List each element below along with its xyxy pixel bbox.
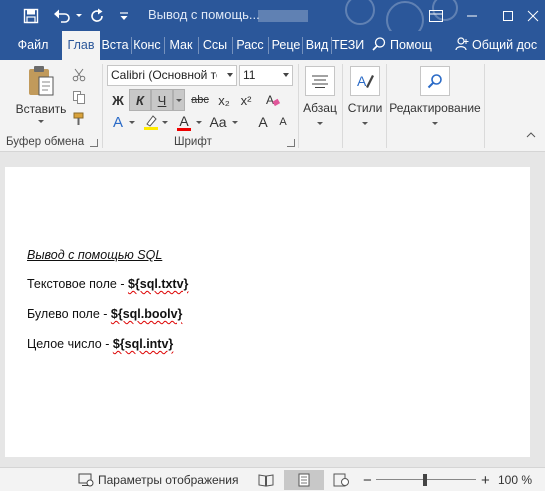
zoom-out-button[interactable]: − — [363, 472, 372, 489]
share-button[interactable]: Общий дос — [455, 31, 537, 60]
highlight-dropdown[interactable] — [162, 121, 168, 124]
text-effects-button[interactable]: A — [107, 111, 129, 133]
font-size-value: 11 — [243, 68, 256, 82]
print-layout-icon[interactable] — [284, 470, 324, 490]
clipboard-launcher-icon[interactable] — [90, 139, 98, 147]
ribbon-display-icon[interactable] — [418, 0, 454, 31]
tab-view[interactable]: Вид — [303, 31, 331, 60]
editing-button[interactable]: Редактирование — [388, 64, 482, 134]
title-bar: Вывод с помощь... — [0, 0, 545, 31]
tell-me-search[interactable]: Помощ — [372, 31, 432, 60]
tab-references[interactable]: Ссы — [200, 31, 230, 60]
display-settings-icon — [78, 473, 94, 487]
undo-dropdown-icon[interactable] — [74, 0, 84, 31]
tab-mailings[interactable]: Расс — [234, 31, 266, 60]
change-case-dropdown[interactable] — [232, 121, 238, 124]
styles-button[interactable]: A Стили — [345, 64, 385, 134]
title-blur — [258, 10, 308, 22]
share-person-icon — [455, 37, 469, 51]
vertical-scrollbar[interactable] — [530, 152, 545, 467]
svg-text:A: A — [266, 93, 274, 107]
grow-font-button[interactable]: A — [252, 111, 274, 133]
int-field-label: Целое число - — [27, 337, 113, 351]
font-color-button[interactable]: A — [173, 111, 195, 133]
change-case-button[interactable]: Aa — [207, 111, 229, 133]
clear-formatting-icon[interactable]: A — [262, 89, 284, 111]
int-field-placeholder: ${sql.intv} — [112, 337, 174, 351]
copy-icon[interactable] — [68, 86, 90, 108]
styles-icon: A — [357, 73, 374, 89]
paste-label: Вставить — [15, 102, 67, 116]
shrink-font-button[interactable]: A — [272, 111, 294, 133]
ribbon-home: Вставить Буфер обмена Calibri (Основной … — [0, 60, 545, 152]
subscript-button[interactable]: x₂ — [213, 89, 235, 111]
ribbon-tabs: Файл Глав Вста Конс Мак Ссы Расс Реце Ви… — [0, 31, 545, 60]
document-line-int[interactable]: Целое число - ${sql.intv} — [27, 337, 173, 351]
superscript-button[interactable]: x² — [235, 89, 257, 111]
format-painter-icon[interactable] — [68, 108, 90, 130]
paste-clipboard-icon — [29, 66, 54, 96]
display-settings-button[interactable]: Параметры отображения — [78, 472, 239, 488]
text-field-label: Текстовое поле - — [27, 277, 128, 291]
customize-toolbar-icon[interactable] — [116, 0, 132, 31]
paragraph-label: Абзац — [303, 101, 337, 115]
collapse-ribbon-icon[interactable] — [522, 126, 540, 144]
tab-review[interactable]: Реце — [270, 31, 302, 60]
display-settings-label: Параметры отображения — [98, 473, 239, 487]
tab-layout[interactable]: Мак — [166, 31, 196, 60]
styles-label: Стили — [347, 101, 383, 115]
undo-icon[interactable] — [50, 0, 74, 31]
highlight-icon[interactable] — [140, 111, 162, 133]
tab-home[interactable]: Глав — [62, 31, 100, 60]
paste-button[interactable]: Вставить — [14, 64, 68, 134]
cut-icon[interactable] — [68, 64, 90, 86]
font-color-letter: A — [179, 112, 189, 129]
text-field-placeholder: ${sql.txtv} — [127, 277, 189, 291]
clipboard-group-label: Буфер обмена — [6, 136, 85, 148]
document-heading[interactable]: Вывод с помощью SQL — [27, 248, 162, 262]
tab-file[interactable]: Файл — [8, 31, 58, 60]
share-label: Общий дос — [472, 38, 538, 52]
window-title: Вывод с помощь... — [148, 7, 260, 22]
underline-button[interactable]: Ч — [151, 89, 173, 111]
save-icon[interactable] — [18, 0, 44, 31]
redo-icon[interactable] — [86, 0, 108, 31]
zoom-in-button[interactable]: + — [481, 472, 490, 489]
font-color-dropdown[interactable] — [196, 121, 202, 124]
font-size-select[interactable]: 11 — [239, 65, 293, 86]
read-mode-icon[interactable] — [258, 472, 274, 488]
tell-me-label: Помощ — [390, 38, 432, 52]
minimize-icon[interactable] — [454, 0, 490, 31]
bold-button[interactable]: Ж — [107, 89, 129, 111]
bool-field-label: Булево поле - — [27, 307, 111, 321]
tab-tezis[interactable]: ТЕЗИ — [332, 31, 364, 60]
font-launcher-icon[interactable] — [287, 139, 295, 147]
font-name-select[interactable]: Calibri (Основной тек — [107, 65, 237, 86]
font-group-label: Шрифт — [174, 136, 212, 148]
text-effects-dropdown[interactable] — [129, 121, 135, 124]
italic-button[interactable]: К — [129, 89, 151, 111]
strikethrough-button[interactable]: abc — [187, 89, 213, 111]
web-layout-icon[interactable] — [333, 472, 349, 488]
find-magnifier-icon — [427, 74, 442, 89]
font-name-value: Calibri (Основной тек — [111, 68, 228, 82]
status-bar: Параметры отображения − + 100 % — [0, 467, 545, 491]
svg-text:A: A — [357, 73, 367, 89]
document-line-bool[interactable]: Булево поле - ${sql.boolv} — [27, 307, 182, 321]
editing-label: Редактирование — [389, 101, 481, 115]
bool-field-placeholder: ${sql.boolv} — [110, 307, 183, 321]
underline-dropdown[interactable] — [173, 89, 185, 111]
tab-design[interactable]: Конс — [132, 31, 162, 60]
paragraph-button[interactable]: Абзац — [302, 64, 338, 134]
zoom-level[interactable]: 100 % — [498, 472, 532, 488]
zoom-slider-thumb[interactable] — [423, 474, 427, 486]
lightbulb-search-icon — [372, 37, 386, 51]
close-icon[interactable] — [520, 0, 545, 31]
paragraph-align-icon — [312, 75, 328, 88]
document-line-text[interactable]: Текстовое поле - ${sql.txtv} — [27, 277, 188, 291]
tab-insert[interactable]: Вста — [100, 31, 130, 60]
